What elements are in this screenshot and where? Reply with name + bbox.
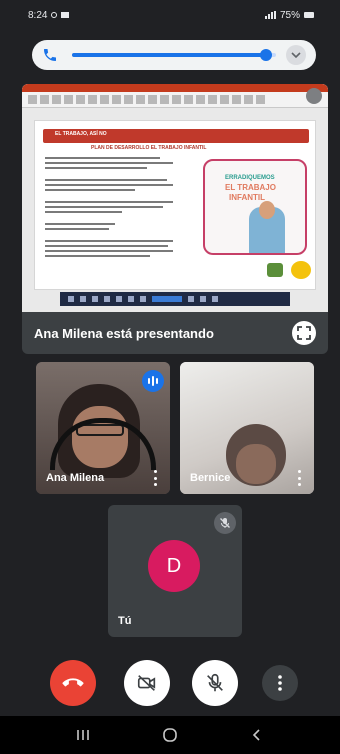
participant-video — [236, 444, 276, 484]
home-button[interactable] — [157, 722, 183, 748]
home-icon — [163, 728, 177, 742]
chevron-down-icon — [291, 52, 301, 59]
fullscreen-icon — [297, 326, 311, 340]
back-button[interactable] — [244, 722, 270, 748]
participant-tile-bernice[interactable]: Bernice — [180, 362, 314, 494]
meet-call-screen: 8:24 75% EL TRABAJO, ASÍ NO PLAN DE DESA… — [0, 0, 340, 754]
recent-apps-button[interactable] — [70, 722, 96, 748]
signal-icon — [264, 11, 276, 19]
doc-subheader: PLAN DE DESARROLLO EL TRABAJO INFANTIL — [91, 145, 207, 151]
avatar: D — [148, 540, 200, 592]
speaking-indicator-icon — [142, 370, 164, 392]
call-controls — [0, 660, 340, 710]
volume-slider[interactable] — [72, 49, 276, 61]
expand-volume-button[interactable] — [286, 45, 306, 65]
participant-name: Tú — [118, 615, 132, 627]
message-icon — [61, 12, 70, 18]
doc-body-text — [45, 157, 173, 260]
battery-icon — [304, 12, 314, 18]
call-volume-panel — [32, 40, 316, 70]
notification-icon — [51, 12, 58, 18]
mic-off-icon — [207, 673, 223, 692]
mic-muted-icon — [214, 512, 236, 534]
volume-fill — [72, 53, 266, 57]
poster-line-1: ERRADIQUEMOS — [225, 175, 275, 181]
participant-name: Bernice — [190, 472, 231, 484]
poster-line-3: INFANTIL — [229, 193, 265, 202]
participant-name: Ana Milena — [46, 472, 105, 484]
participant-tile-self[interactable]: D Tú — [108, 505, 242, 637]
recents-icon — [77, 730, 90, 740]
doc-header: EL TRABAJO, ASÍ NO — [55, 131, 107, 137]
fullscreen-button[interactable] — [292, 321, 316, 345]
hang-up-icon — [62, 678, 84, 687]
status-time: 8:24 — [28, 9, 48, 21]
presenter-label: Ana Milena está presentando — [34, 325, 214, 341]
camera-toggle-button[interactable] — [124, 660, 170, 706]
word-ribbon — [22, 84, 328, 108]
phone-icon — [44, 49, 56, 61]
presentation-tile[interactable]: EL TRABAJO, ASÍ NO PLAN DE DESARROLLO EL… — [22, 84, 328, 354]
volume-thumb[interactable] — [259, 49, 272, 61]
battery-percent: 75% — [279, 9, 300, 21]
more-vert-icon — [278, 675, 282, 691]
back-icon — [252, 729, 260, 741]
participant-options-button[interactable] — [154, 470, 158, 486]
pin-icon[interactable] — [306, 88, 322, 104]
municipal-logo — [267, 263, 283, 277]
more-options-button[interactable] — [262, 665, 298, 701]
government-logo — [291, 261, 311, 279]
windows-taskbar — [60, 292, 290, 306]
android-nav-bar — [0, 716, 340, 754]
status-bar: 8:24 75% — [0, 0, 340, 30]
shared-document: EL TRABAJO, ASÍ NO PLAN DE DESARROLLO EL… — [34, 120, 316, 290]
camera-off-icon — [137, 675, 156, 691]
participant-options-button[interactable] — [298, 470, 302, 486]
end-call-button[interactable] — [50, 660, 96, 706]
poster-line-2: EL TRABAJO — [225, 183, 276, 192]
child-labor-poster: ERRADIQUEMOS EL TRABAJO INFANTIL — [203, 159, 307, 255]
shared-screen: EL TRABAJO, ASÍ NO PLAN DE DESARROLLO EL… — [22, 84, 328, 312]
participant-tile-ana-milena[interactable]: Ana Milena — [36, 362, 170, 494]
microphone-toggle-button[interactable] — [192, 660, 238, 706]
